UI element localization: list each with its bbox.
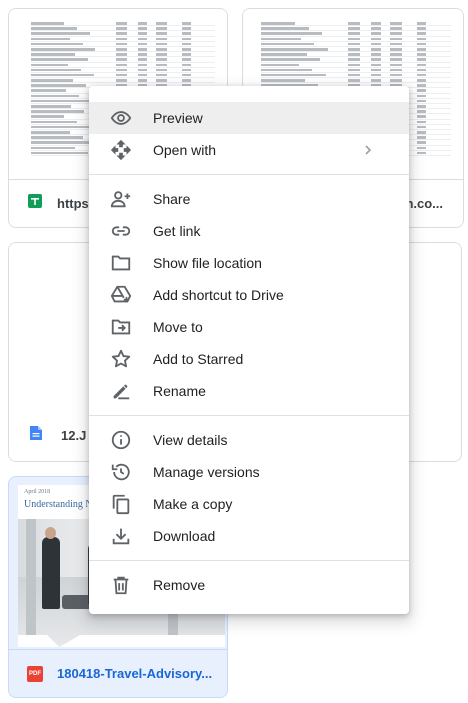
menu-item-get-link[interactable]: Get link — [89, 215, 409, 247]
menu-divider — [89, 174, 409, 175]
add-shortcut-drive-icon — [89, 284, 153, 306]
menu-item-add-shortcut[interactable]: Add shortcut to Drive — [89, 279, 409, 311]
menu-item-label: Preview — [153, 110, 203, 126]
chevron-right-icon — [361, 142, 375, 163]
menu-item-add-to-starred[interactable]: Add to Starred — [89, 343, 409, 375]
menu-divider — [89, 415, 409, 416]
menu-item-view-details[interactable]: View details — [89, 424, 409, 456]
download-icon — [89, 525, 153, 547]
menu-item-move-to[interactable]: Move to — [89, 311, 409, 343]
menu-item-label: Move to — [153, 319, 203, 335]
sheets-icon — [27, 193, 43, 214]
context-menu: Preview Open with Share Get link Show fi… — [89, 86, 409, 614]
menu-divider — [89, 560, 409, 561]
menu-item-show-file-location[interactable]: Show file location — [89, 247, 409, 279]
menu-item-rename[interactable]: Rename — [89, 375, 409, 407]
move-to-folder-icon — [89, 316, 153, 338]
eye-icon — [89, 107, 153, 129]
pencil-icon — [89, 380, 153, 402]
menu-item-label: Open with — [153, 142, 217, 158]
history-icon — [89, 461, 153, 483]
menu-item-label: Make a copy — [153, 496, 233, 512]
menu-item-label: Rename — [153, 383, 206, 399]
folder-icon — [89, 252, 153, 274]
menu-item-open-with[interactable]: Open with — [89, 134, 409, 166]
menu-item-make-a-copy[interactable]: Make a copy — [89, 488, 409, 520]
file-name: https — [57, 196, 89, 211]
menu-item-share[interactable]: Share — [89, 183, 409, 215]
file-card-footer: PDF 180418-Travel-Advisory... — [9, 649, 227, 697]
menu-item-label: Download — [153, 528, 216, 544]
file-name: n.co... — [405, 196, 443, 211]
menu-item-download[interactable]: Download — [89, 520, 409, 552]
pdf-icon: PDF — [27, 665, 43, 682]
open-with-icon — [89, 139, 153, 161]
copy-icon — [89, 493, 153, 515]
menu-item-label: Manage versions — [153, 464, 260, 480]
menu-item-remove[interactable]: Remove — [89, 569, 409, 601]
menu-item-label: Get link — [153, 223, 201, 239]
docs-icon — [29, 425, 43, 446]
menu-item-label: Add shortcut to Drive — [153, 287, 284, 303]
menu-item-label: Remove — [153, 577, 206, 593]
link-icon — [89, 220, 153, 242]
pdf-badge-label: PDF — [29, 670, 41, 677]
menu-item-label: Share — [153, 191, 191, 207]
person-add-icon — [89, 188, 153, 210]
trash-icon — [89, 574, 153, 596]
menu-item-label: Add to Starred — [153, 351, 244, 367]
menu-item-label: Show file location — [153, 255, 262, 271]
info-icon — [89, 429, 153, 451]
menu-item-manage-versions[interactable]: Manage versions — [89, 456, 409, 488]
menu-item-preview[interactable]: Preview — [89, 102, 409, 134]
file-name: 12.J — [61, 427, 87, 443]
menu-item-label: View details — [153, 432, 228, 448]
thumbnail-date: April 2018 — [24, 489, 51, 495]
star-icon — [89, 348, 153, 370]
file-name: 180418-Travel-Advisory... — [57, 666, 213, 681]
